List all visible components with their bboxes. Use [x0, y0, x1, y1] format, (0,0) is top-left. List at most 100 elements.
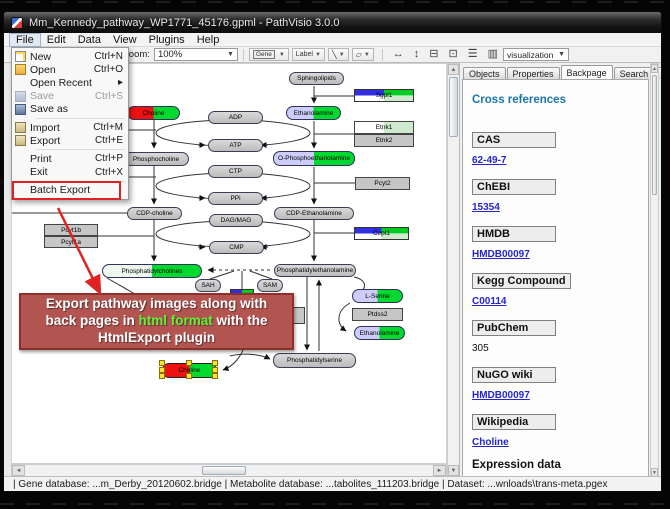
- menubar-item-edit[interactable]: Edit: [41, 33, 72, 47]
- node-ctp[interactable]: CTP: [208, 165, 263, 178]
- scroll-right-icon[interactable]: ►: [433, 465, 446, 476]
- xref-value[interactable]: 62-49-7: [472, 155, 648, 166]
- stack-vertical-icon[interactable]: ☰: [468, 48, 478, 60]
- xref-value[interactable]: Choline: [472, 437, 648, 448]
- selection-handle[interactable]: [159, 360, 165, 366]
- zoom-value: 100%: [158, 49, 182, 60]
- menu-item-open[interactable]: OpenCtrl+O: [12, 63, 128, 76]
- menubar-item-data[interactable]: Data: [72, 33, 107, 47]
- xref-value[interactable]: HMDB00097: [472, 390, 648, 401]
- menu-item-open-recent[interactable]: Open Recent▸: [12, 76, 128, 89]
- xref-title: ChEBI: [472, 179, 556, 195]
- menu-item-save-as[interactable]: Save as: [12, 103, 128, 116]
- node-ppi[interactable]: PPi: [208, 192, 263, 205]
- node-sam[interactable]: SAM: [257, 279, 283, 292]
- visualization-combobox[interactable]: visualization ▼: [503, 48, 569, 61]
- tab-objects[interactable]: Objects: [463, 67, 506, 79]
- menu-item-new[interactable]: NewCtrl+N: [12, 50, 128, 63]
- stack-horizontal-icon[interactable]: ▥: [488, 48, 498, 60]
- node-ethanolamine-top[interactable]: Ethanolamine: [286, 106, 341, 120]
- no-icon: [15, 167, 26, 178]
- submenu-arrow-icon: ▸: [118, 77, 123, 88]
- node-cept1[interactable]: Cept1: [354, 227, 409, 240]
- node-etnk1[interactable]: Etnk1: [354, 121, 414, 134]
- node-phosphocholine[interactable]: Phosphocholine: [123, 152, 189, 166]
- node-sphingolipids[interactable]: Sphingolipids: [289, 72, 344, 85]
- selection-handle[interactable]: [212, 360, 218, 366]
- menubar-item-file[interactable]: File: [9, 33, 41, 47]
- node-sah[interactable]: SAH: [195, 279, 221, 292]
- align-center-x-icon[interactable]: ↔: [393, 48, 404, 60]
- selection-handle[interactable]: [186, 373, 192, 379]
- xref-value[interactable]: HMDB00097: [472, 249, 648, 260]
- scroll-up-icon[interactable]: ▲: [651, 64, 658, 73]
- menu-item-print[interactable]: PrintCtrl+P: [12, 152, 128, 165]
- menubar-item-view[interactable]: View: [107, 33, 143, 47]
- node-sgpl1[interactable]: Sgpl1: [354, 89, 414, 102]
- selection-handle[interactable]: [186, 360, 192, 366]
- scroll-left-icon[interactable]: ◄: [12, 465, 25, 476]
- no-icon: [15, 153, 26, 164]
- selection-handle[interactable]: [159, 373, 165, 379]
- line-tool-icon: ╲: [332, 50, 337, 59]
- node-cdp-choline[interactable]: CDP-choline: [127, 207, 182, 220]
- node-etnk2[interactable]: Etnk2: [354, 134, 414, 147]
- node-choline-top[interactable]: Choline: [127, 106, 180, 120]
- scroll-down-icon[interactable]: ▼: [448, 465, 459, 476]
- tab-search[interactable]: Search: [614, 67, 655, 79]
- save-icon: [15, 91, 26, 102]
- menu-item-batch-export[interactable]: Batch Export: [12, 184, 128, 197]
- node-phosphatidylserine[interactable]: Phosphatidylserine: [273, 353, 356, 368]
- node-pcyt2[interactable]: Pcyt2: [355, 177, 410, 190]
- add-gene-button[interactable]: Gene ▼: [249, 48, 289, 61]
- backpage-content: Cross references CAS62-49-7ChEBI15354HMD…: [462, 79, 649, 477]
- node-cdp-ethanolamine[interactable]: CDP-Ethanolamine: [274, 207, 354, 220]
- node-adp[interactable]: ADP: [208, 111, 263, 124]
- tab-backpage[interactable]: Backpage: [561, 65, 613, 79]
- common-width-icon[interactable]: ⊟: [429, 48, 438, 60]
- node-dag-mag[interactable]: DAG/MAG: [209, 214, 263, 227]
- menu-item-exit[interactable]: ExitCtrl+X: [12, 166, 128, 179]
- scroll-up-icon[interactable]: ▲: [448, 64, 459, 75]
- selection-handle[interactable]: [212, 367, 218, 373]
- zoom-combobox[interactable]: 100% ▼: [154, 48, 238, 61]
- node-label: Phosphatidylethanolamine: [277, 267, 353, 274]
- node-phosphatidylethanolamine[interactable]: Phosphatidylethanolamine: [274, 264, 356, 277]
- scrollbar-thumb[interactable]: [449, 77, 458, 137]
- scrollbar-thumb[interactable]: [202, 466, 246, 475]
- menubar-item-help[interactable]: Help: [191, 33, 226, 47]
- add-label-button[interactable]: Label ▼: [292, 48, 325, 61]
- node-ptdss2[interactable]: Ptdss2: [352, 308, 403, 321]
- align-center-y-icon[interactable]: ↕: [414, 48, 420, 60]
- common-height-icon[interactable]: ⊡: [449, 48, 458, 60]
- xref-value[interactable]: 15354: [472, 202, 648, 213]
- menu-separator: [36, 118, 125, 119]
- node-choline-selected[interactable]: Choline: [162, 363, 217, 378]
- node-cmp[interactable]: CMP: [209, 241, 264, 254]
- expression-data-heading: Expression data: [472, 459, 648, 471]
- menu-item-label: Batch Export: [30, 184, 123, 196]
- node-l-serine[interactable]: L-Serine: [352, 289, 403, 303]
- node-pcyt1a[interactable]: Pcyt1a: [44, 236, 98, 248]
- line-tool-button[interactable]: ╲ ▼: [328, 48, 349, 61]
- node-pcyt1b[interactable]: Pcyt1b: [44, 224, 98, 236]
- node-o-phosphoethanolamine[interactable]: O-Phosphoethanolamine: [273, 151, 355, 166]
- tab-properties[interactable]: Properties: [507, 67, 560, 79]
- node-atp[interactable]: ATP: [208, 139, 263, 152]
- menu-item-label: Save: [30, 90, 95, 102]
- scrollbar-thumb[interactable]: [652, 75, 657, 195]
- title-bar[interactable]: Mm_Kennedy_pathway_WP1771_45176.gpml - P…: [4, 12, 661, 33]
- selection-handle[interactable]: [159, 367, 165, 373]
- shape-tool-button[interactable]: ▱ ▼: [352, 48, 374, 61]
- node-phosphatidylcholines[interactable]: Phosphatidylcholines: [102, 264, 202, 278]
- panel-vertical-scrollbar[interactable]: ▲ ▼: [650, 63, 659, 478]
- xref-value[interactable]: C00114: [472, 296, 648, 307]
- node-label: Etnk1: [376, 124, 393, 131]
- menu-item-import[interactable]: ImportCtrl+M: [12, 121, 128, 134]
- node-ethanolamine-bottom[interactable]: Ethanolamine: [354, 326, 405, 340]
- menubar-item-plugins[interactable]: Plugins: [143, 33, 191, 47]
- menu-item-save[interactable]: SaveCtrl+S: [12, 90, 128, 103]
- menu-item-label: Export: [30, 135, 95, 147]
- selection-handle[interactable]: [212, 373, 218, 379]
- menu-item-export[interactable]: ExportCtrl+E: [12, 134, 128, 147]
